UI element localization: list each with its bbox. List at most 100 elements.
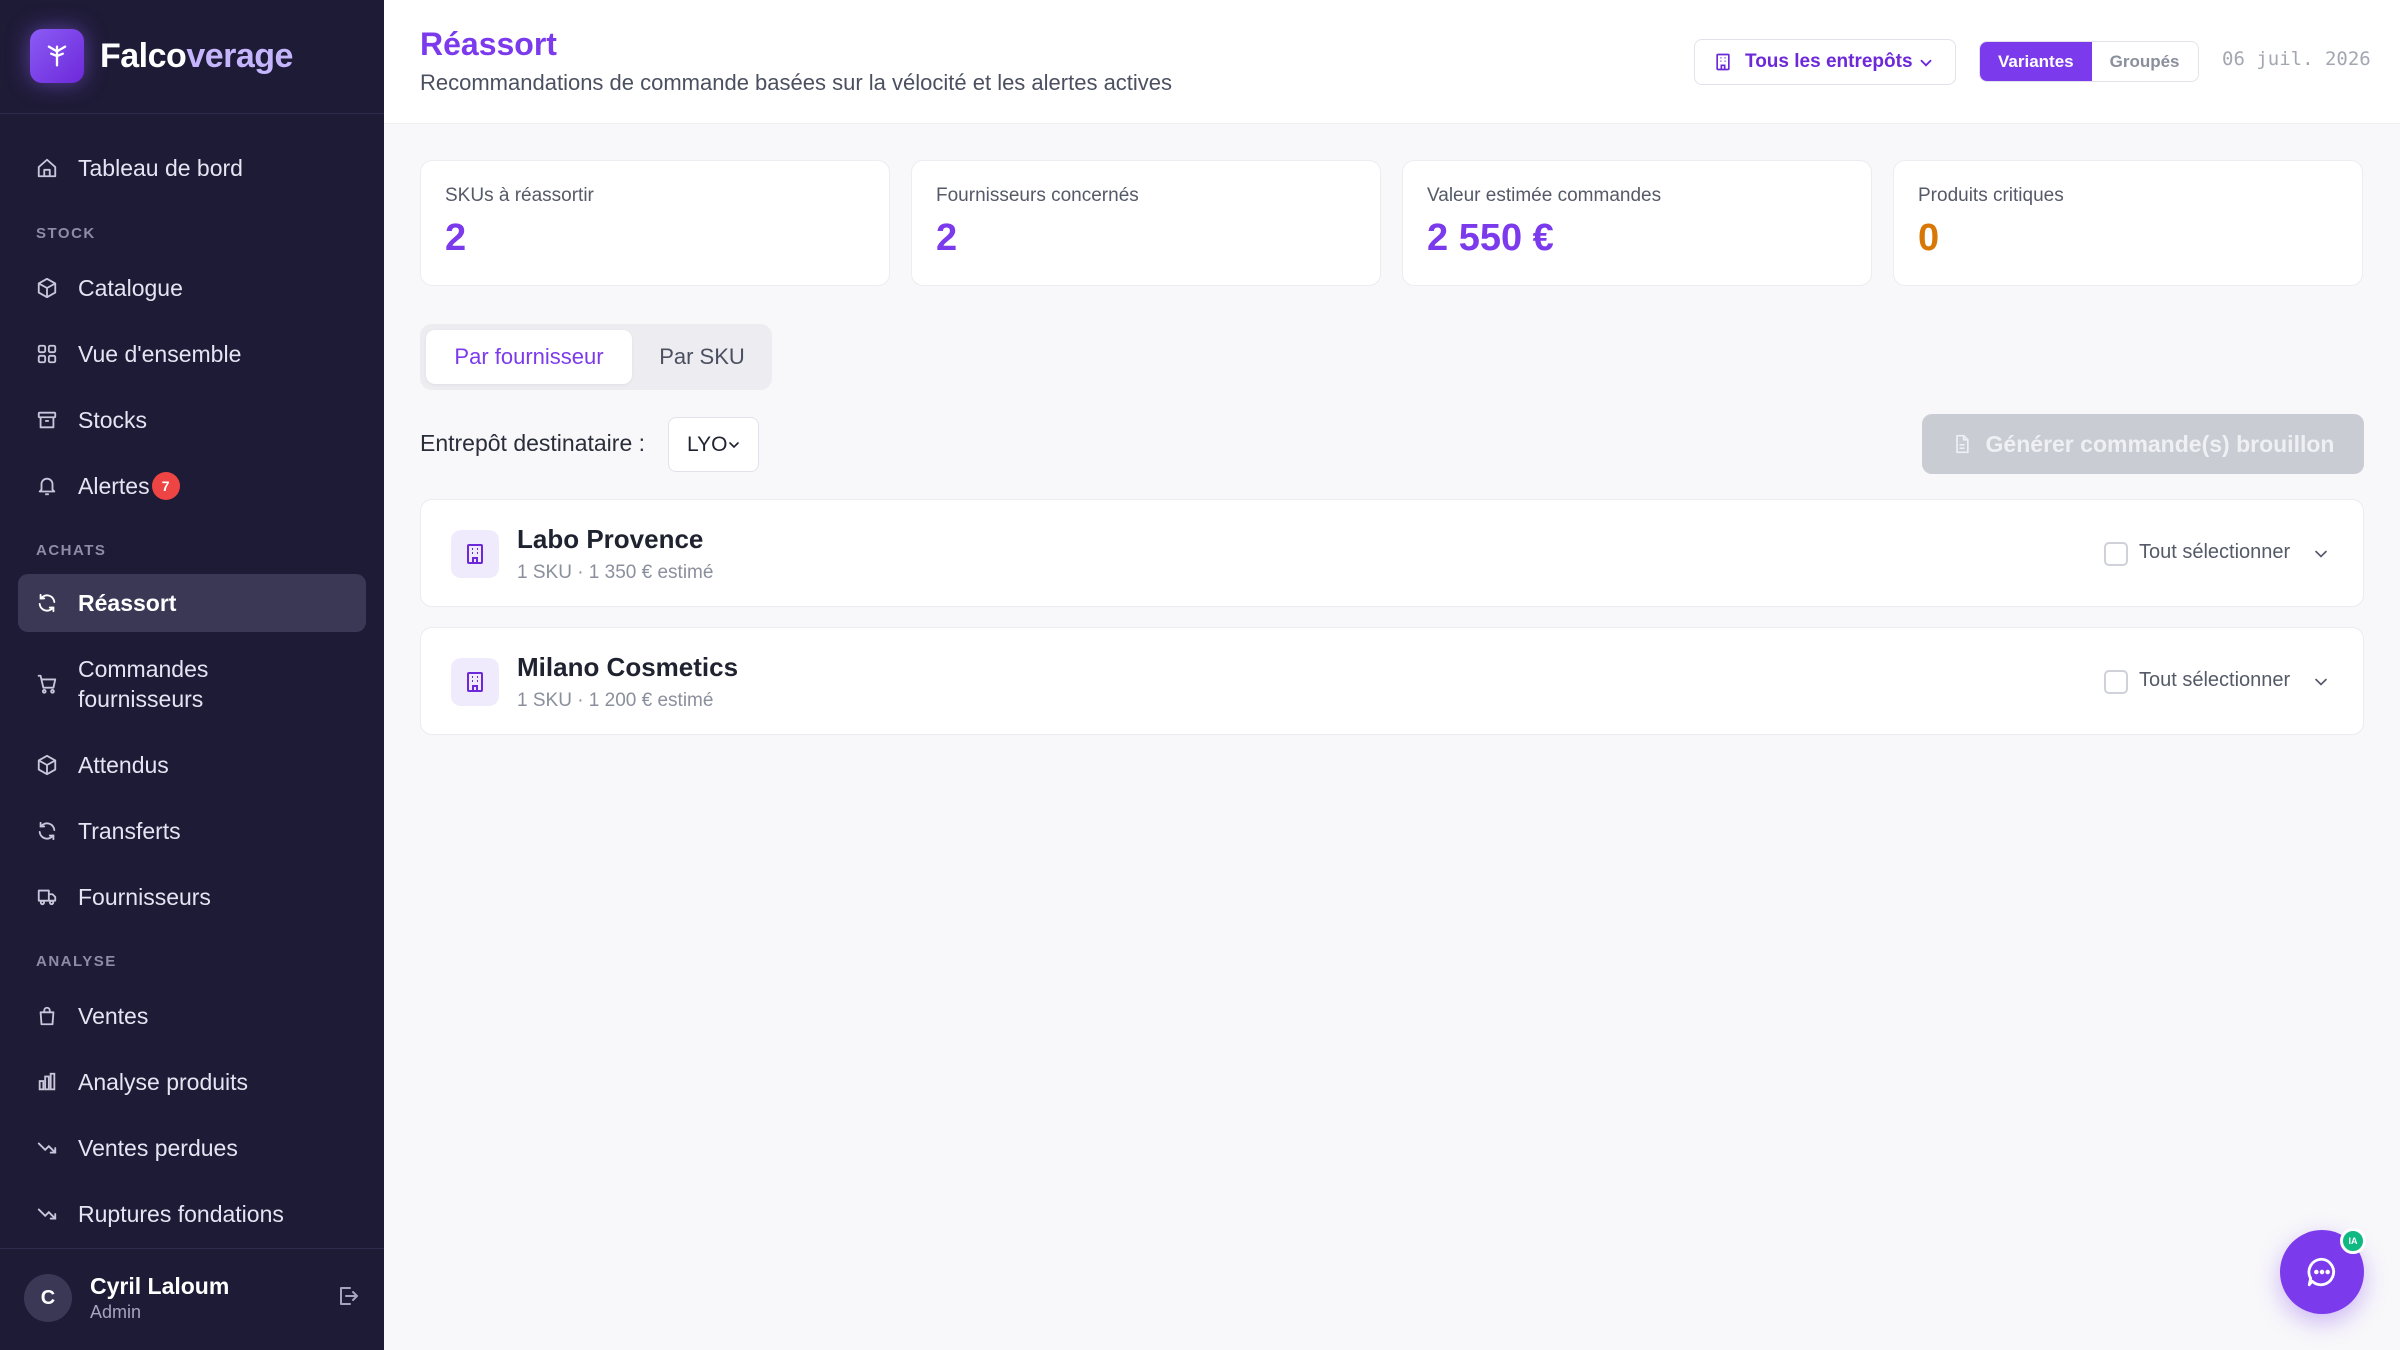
sidebar-item-catalogue[interactable]: Catalogue [18,259,366,317]
sidebar-item-ventes-perdues[interactable]: Ventes perdues [18,1119,366,1177]
warehouse-select[interactable]: Tous les entrepôts [1694,39,1956,85]
user-name: Cyril Laloum [90,1273,230,1299]
sidebar-item-transferts[interactable]: Transferts [18,802,366,860]
destination-select[interactable]: LYO [668,417,759,472]
sidebar-item-label: Attendus [78,752,169,778]
grid-icon [36,343,58,365]
destination-label: Entrepôt destinataire : [420,430,646,456]
sidebar-item-label: Ruptures fondations [78,1201,284,1227]
sidebar-item-label: Vue d'ensemble [78,341,242,367]
section-label-analyse: ANALYSE [36,953,117,970]
chevron-down-icon [729,442,739,449]
sidebar-item-label: Réassort [78,590,177,616]
stat-value: 2 [936,217,958,259]
ai-badge: IA [2340,1228,2366,1254]
trending-down-icon [36,1137,58,1159]
truck-icon [36,886,58,908]
sidebar-item-analyse-produits[interactable]: Analyse produits [18,1053,366,1111]
stat-label: Valeur estimée commandes [1427,185,1662,206]
page-title: Réassort [420,26,557,62]
section-label-stock: STOCK [36,225,96,242]
sidebar-item-dashboard[interactable]: Tableau de bord [18,139,366,197]
view-grouped-button[interactable]: Groupés [2091,42,2198,81]
sidebar-item-overview[interactable]: Vue d'ensemble [18,325,366,383]
select-all-label[interactable]: Tout sélectionner [2139,541,2290,564]
supplier-name: Labo Provence [517,524,704,554]
falcon-logo-icon [30,29,84,83]
home-icon [36,157,58,179]
bar-chart-icon [36,1071,58,1093]
shopping-bag-icon [36,1005,58,1027]
select-all-label[interactable]: Tout sélectionner [2139,669,2290,692]
alert-count-badge: 7 [151,472,180,500]
tab-par-fournisseur[interactable]: Par fournisseur [426,330,632,384]
warehouse-select-label: Tous les entrepôts [1745,51,1913,72]
document-icon [1955,434,1969,454]
chevron-down-icon [1920,59,1932,67]
generate-draft-orders-button[interactable]: Générer commande(s) brouillon [1922,414,2364,474]
destination-value: LYO [687,432,728,456]
divider [0,113,384,114]
sidebar-item-stocks[interactable]: Stocks [18,391,366,449]
divider [0,1248,384,1249]
stat-label: Fournisseurs concernés [936,185,1139,206]
stat-value: 2 [445,217,467,259]
box-icon [36,277,58,299]
sidebar-item-label: Ventes perdues [78,1135,238,1161]
stat-card-skus: SKUs à réassortir 2 [420,160,890,286]
supplier-card[interactable]: Labo Provence 1 SKU · 1 350 € estimé Tou… [420,499,2364,607]
sidebar-item-alertes[interactable]: Alertes 7 [18,457,366,515]
sidebar-item-label: Alertes [78,473,150,499]
stat-label: SKUs à réassortir [445,185,594,206]
supplier-name: Milano Cosmetics [517,652,739,682]
sidebar-item-ruptures[interactable]: Ruptures fondations [18,1185,366,1243]
user-role: Admin [90,1302,142,1322]
sidebar-item-ventes[interactable]: Ventes [18,987,366,1045]
building-icon [451,530,499,578]
sidebar-item-commandes-fournisseurs[interactable]: Commandes fournisseurs [18,645,366,723]
view-toggle: Variantes Groupés [1979,41,2199,82]
brand[interactable]: Falcoverage [30,28,293,84]
sidebar-item-label: Commandes fournisseurs [78,656,209,712]
brand-name: Falcoverage [100,36,293,75]
sidebar-item-label: Catalogue [78,275,183,301]
user-profile[interactable]: C Cyril Laloum Admin [24,1273,229,1323]
building-icon [451,658,499,706]
transfer-icon [36,820,58,842]
sidebar-item-fournisseurs[interactable]: Fournisseurs [18,868,366,926]
refresh-icon [36,592,58,614]
supplier-meta: 1 SKU · 1 200 € estimé [517,690,714,711]
view-variants-button[interactable]: Variantes [1980,42,2092,81]
bell-icon [36,475,58,497]
sidebar-item-label: Ventes [78,1003,149,1029]
sidebar-item-label: Stocks [78,407,148,433]
section-label-achats: ACHATS [36,542,107,559]
tab-par-sku[interactable]: Par SKU [638,330,766,384]
trending-down-icon [36,1203,58,1225]
chevron-down-icon[interactable] [2311,544,2331,564]
page-subtitle: Recommandations de commande basées sur l… [420,70,1173,95]
sidebar-item-label: Fournisseurs [78,884,211,910]
avatar: C [24,1274,72,1322]
cart-icon [36,673,58,695]
chevron-down-icon[interactable] [2311,672,2331,692]
stat-value: 2 550 € [1427,217,1554,259]
select-all-checkbox[interactable] [2104,542,2128,566]
stat-value: 0 [1918,217,1940,259]
select-all-checkbox[interactable] [2104,670,2128,694]
supplier-meta: 1 SKU · 1 350 € estimé [517,562,714,583]
sidebar-item-reassort[interactable]: Réassort [18,574,366,632]
sidebar: Falcoverage Tableau de bord STOCK Catalo… [0,0,384,1350]
supplier-card[interactable]: Milano Cosmetics 1 SKU · 1 200 € estimé … [420,627,2364,735]
building-icon [1716,53,1730,71]
sidebar-item-attendus[interactable]: Attendus [18,736,366,794]
archive-icon [36,409,58,431]
stat-card-fournisseurs: Fournisseurs concernés 2 [911,160,1381,286]
page-header: Réassort Recommandations de commande bas… [384,0,2400,124]
chat-icon [2307,1257,2335,1287]
stat-card-critiques: Produits critiques 0 [1893,160,2363,286]
view-tabs: Par fournisseur Par SKU [420,324,772,390]
current-date: 06 juil. 2026 [2222,48,2371,70]
sidebar-item-label: Analyse produits [78,1069,249,1095]
logout-icon[interactable] [336,1284,360,1308]
